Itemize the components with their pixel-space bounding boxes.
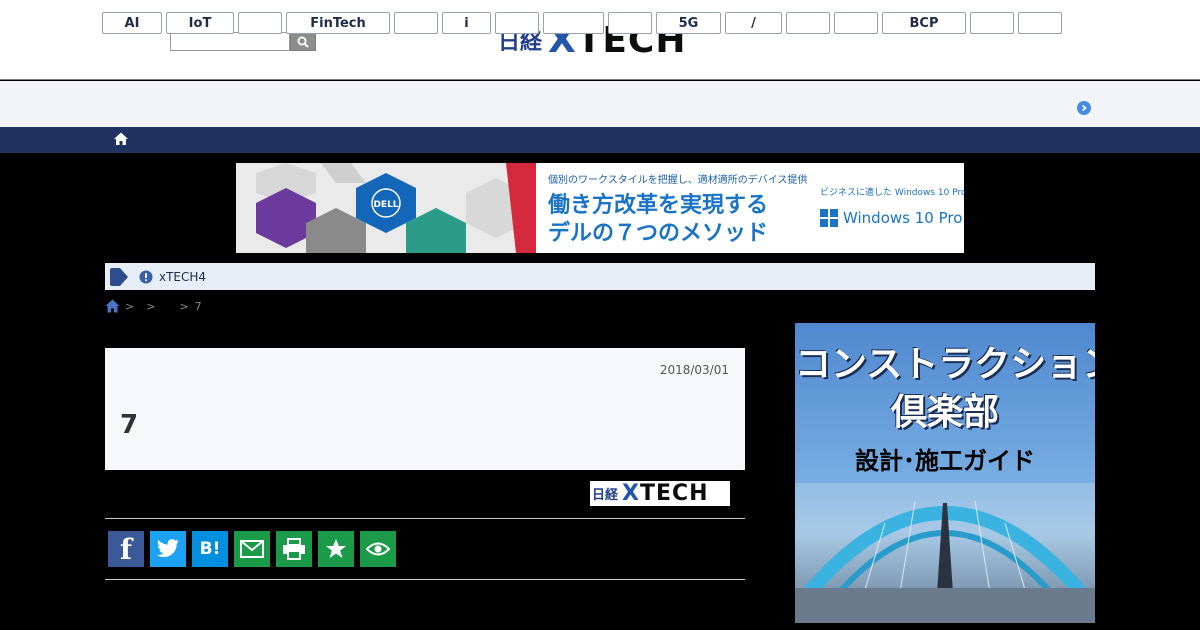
print-button[interactable] xyxy=(276,531,312,567)
search-icon xyxy=(297,36,309,48)
topic-tag-bar xyxy=(0,81,1200,127)
side-ad-banner[interactable]: コンストラクション 倶楽部 設計･施工ガイド xyxy=(795,323,1095,623)
tag-ai[interactable]: AI xyxy=(102,12,162,34)
star-icon xyxy=(326,539,346,558)
tag-slash[interactable]: / xyxy=(725,12,782,34)
tag-iot[interactable]: IoT xyxy=(166,12,234,34)
breadcrumb-separator: > xyxy=(179,299,189,313)
twitter-icon xyxy=(157,539,179,557)
share-twitter-button[interactable] xyxy=(150,531,186,567)
source-logo-en: XTECH xyxy=(622,481,709,506)
main-nav-bar xyxy=(0,127,1200,153)
svg-text:DELL: DELL xyxy=(373,200,398,210)
windows-icon xyxy=(820,209,838,227)
breadcrumb-separator: > xyxy=(125,299,135,313)
article-header: 2018/03/01 7 xyxy=(105,348,745,470)
printer-icon xyxy=(283,538,305,560)
source-logo: 日経 XTECH xyxy=(590,481,730,506)
tag-blank-7[interactable] xyxy=(834,12,878,34)
article-date: 2018/03/01 xyxy=(659,363,729,377)
eye-icon xyxy=(366,542,390,556)
tag-next-button[interactable] xyxy=(1077,101,1091,115)
tag-5g[interactable]: 5G xyxy=(656,12,721,34)
home-icon[interactable] xyxy=(105,299,120,313)
tag-blank-3[interactable] xyxy=(495,12,539,34)
ad-text-line3: デルの７つのメソッド xyxy=(548,221,769,246)
ad-hexagon-graphic: DELL xyxy=(236,163,536,253)
tag-bcp[interactable]: BCP xyxy=(882,12,966,34)
share-email-button[interactable] xyxy=(234,531,270,567)
breadcrumb-current: 7 xyxy=(194,299,202,313)
search-button[interactable] xyxy=(290,32,316,51)
tag-blank-8[interactable] xyxy=(970,12,1014,34)
side-ad-subtitle: 設計･施工ガイド xyxy=(855,447,1035,475)
side-ad-title-line1: コンストラクション xyxy=(795,344,1095,385)
notice-bar[interactable]: xTECH4 xyxy=(105,263,1095,290)
share-hatena-button[interactable]: B! xyxy=(192,531,228,567)
divider xyxy=(105,579,745,580)
divider xyxy=(105,518,745,519)
article-title: 7 xyxy=(120,410,139,440)
tag-blank-5[interactable] xyxy=(608,12,652,34)
mail-icon xyxy=(240,540,264,558)
ad-windows-logo: Windows 10 Pro xyxy=(820,209,962,227)
ad-banner[interactable]: DELL 個別のワークスタイルを把握し、適材適所のデバイス提供 働き方改革を実現… xyxy=(236,163,964,253)
bookmark-star-button[interactable] xyxy=(318,531,354,567)
tag-blank-1[interactable] xyxy=(238,12,282,34)
tag-blank-2[interactable] xyxy=(394,12,438,34)
play-tag-icon xyxy=(110,267,128,286)
chevron-right-icon xyxy=(1081,104,1087,112)
breadcrumb-separator: > xyxy=(146,299,156,313)
tag-fintech[interactable]: FinTech xyxy=(286,12,390,34)
search-input[interactable] xyxy=(170,32,290,51)
tag-i[interactable]: i xyxy=(442,12,491,34)
home-icon[interactable] xyxy=(113,131,129,147)
source-logo-jp: 日経 xyxy=(592,488,619,503)
side-ad-title-line2: 倶楽部 xyxy=(890,392,999,433)
ad-text-line1: 個別のワークスタイルを把握し、適材適所のデバイス提供 xyxy=(548,175,808,186)
breadcrumb: > > > 7 xyxy=(105,299,202,313)
alert-icon xyxy=(139,270,153,283)
tag-blank-4[interactable] xyxy=(543,12,604,34)
facebook-icon: f xyxy=(119,532,133,566)
notice-text: xTECH4 xyxy=(159,269,207,284)
ad-side-text: ビジネスに適した Windows 10 Pro。 xyxy=(820,188,964,198)
tag-blank-9[interactable] xyxy=(1018,12,1062,34)
share-facebook-button[interactable]: f xyxy=(108,531,144,567)
tag-blank-6[interactable] xyxy=(786,12,830,34)
watch-button[interactable] xyxy=(360,531,396,567)
hatena-icon: B! xyxy=(199,539,221,559)
